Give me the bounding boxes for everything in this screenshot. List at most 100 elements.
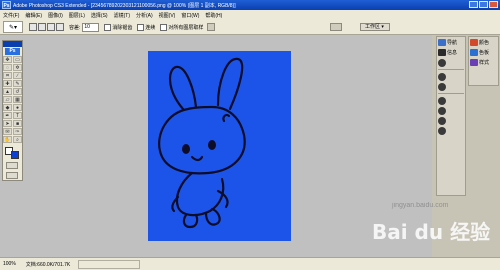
clone-stamp-icon[interactable]: ▲ [3, 88, 12, 95]
all-layers-label: 对所有图层取样 [168, 24, 204, 31]
zoom-tool-icon[interactable]: ⌕ [13, 136, 22, 143]
history-brush-icon[interactable]: ↺ [13, 88, 22, 95]
zoom-level[interactable]: 100% [3, 261, 16, 267]
path-selection-icon[interactable]: ➤ [3, 120, 12, 127]
panel-histogram[interactable] [438, 58, 464, 67]
all-layers-checkbox[interactable] [160, 23, 168, 31]
maximize-button[interactable] [479, 1, 488, 8]
watermark-url: jingyan.baidu.com [392, 202, 449, 209]
refine-edge-button[interactable] [207, 23, 216, 31]
left-eye [182, 144, 190, 154]
watermark-logo: Bai du 经验 [372, 220, 491, 244]
close-button[interactable] [489, 1, 498, 8]
rabbit-head [158, 105, 246, 175]
blur-tool-icon[interactable]: ◆ [3, 104, 12, 111]
photoshop-app-icon: Ps [2, 1, 11, 9]
eraser-tool-icon[interactable]: ▱ [3, 96, 12, 103]
tolerance-input[interactable]: 10 [82, 22, 100, 32]
panel-info[interactable]: 信息 [438, 48, 464, 57]
add-selection-icon[interactable] [38, 23, 46, 31]
panel-clone-source[interactable] [438, 126, 464, 135]
right-ear [216, 57, 244, 111]
panel-color[interactable]: 颜色 [470, 38, 497, 47]
baidu-watermark: jingyan.baidu.com Bai du 经验 [372, 202, 496, 256]
panel-swatches[interactable]: 色板 [470, 48, 497, 57]
history-icon [438, 72, 446, 81]
menu-window[interactable]: 窗口(W) [178, 12, 202, 19]
panel-styles[interactable]: 样式 [470, 58, 497, 67]
antialias-checkbox[interactable] [104, 23, 112, 31]
document-info[interactable]: 文档:660.0K/701.7K [26, 261, 70, 268]
eyedropper-tool-icon[interactable]: ✑ [13, 128, 22, 135]
hand-tool-icon[interactable]: ✋ [3, 136, 12, 143]
pen-tool-icon[interactable]: ✒ [3, 112, 12, 119]
layer-comps-icon [438, 106, 446, 115]
minimize-button[interactable] [469, 1, 478, 8]
status-scroll-area [78, 260, 140, 269]
marquee-tool-icon[interactable]: ▭ [13, 56, 22, 63]
slice-tool-icon[interactable]: ∕ [13, 72, 22, 79]
healing-brush-icon[interactable]: ✚ [3, 80, 12, 87]
panel-layer-comps[interactable] [438, 106, 464, 115]
gradient-tool-icon[interactable]: ▦ [13, 96, 22, 103]
background-color-swatch[interactable] [11, 151, 19, 159]
title-bar: Ps Adobe Photoshop CS3 Extended - [23456… [0, 0, 500, 10]
move-tool-icon[interactable]: ✥ [3, 56, 12, 63]
menu-edit[interactable]: 编辑(E) [22, 12, 45, 19]
intersect-selection-icon[interactable] [56, 23, 64, 31]
menu-layer[interactable]: 图层(L) [66, 12, 88, 19]
panel-actions[interactable] [438, 82, 464, 91]
shape-tool-icon[interactable]: ■ [13, 120, 22, 127]
subtract-selection-icon[interactable] [47, 23, 55, 31]
panel-tool-presets[interactable] [438, 96, 464, 105]
lasso-tool-icon[interactable]: ◌ [3, 64, 12, 71]
type-tool-icon[interactable]: T [13, 112, 22, 119]
rabbit-drawing [158, 57, 246, 229]
tool-grid: ✥ ▭ ◌ ✲ ⌗ ∕ ✚ ✎ ▲ ↺ ▱ ▦ ◆ ● ✒ T ➤ ■ ✉ ✑ … [3, 56, 22, 143]
panel-divider [438, 69, 464, 70]
magic-wand-tool-icon[interactable]: ✲ [13, 64, 22, 71]
panel-history[interactable] [438, 72, 464, 81]
magic-wand-icon: ✎▾ [8, 24, 18, 31]
contiguous-checkbox[interactable] [137, 23, 145, 31]
notes-tool-icon[interactable]: ✉ [3, 128, 12, 135]
brush-tool-icon[interactable]: ✎ [13, 80, 22, 87]
color-icon [470, 39, 478, 46]
panel-swatches-label: 色板 [479, 50, 490, 56]
left-ear [169, 65, 198, 111]
navigator-icon [438, 39, 446, 46]
styles-icon [470, 59, 478, 66]
menu-file[interactable]: 文件(F) [0, 12, 22, 19]
panel-styles-label: 样式 [479, 60, 490, 66]
crop-tool-icon[interactable]: ⌗ [3, 72, 12, 79]
contiguous-label: 连续 [145, 24, 156, 31]
tool-preset-picker[interactable]: ✎▾ [3, 21, 23, 33]
clone-source-icon [438, 126, 446, 135]
panel-navigator[interactable]: 导航 [438, 38, 464, 47]
dodge-tool-icon[interactable]: ● [13, 104, 22, 111]
toolbox: Ps ✥ ▭ ◌ ✲ ⌗ ∕ ✚ ✎ ▲ ↺ ▱ ▦ ◆ ● ✒ T ➤ ■ ✉… [2, 40, 23, 181]
panel-color-label: 颜色 [479, 40, 490, 46]
brushes-icon [438, 116, 446, 125]
panel-navigator-label: 导航 [447, 40, 458, 46]
window-title: Adobe Photoshop CS3 Extended - [23456789… [13, 2, 236, 9]
panel-column-2: 颜色 色板 样式 [468, 36, 499, 86]
new-selection-icon[interactable] [29, 23, 37, 31]
panel-brushes[interactable] [438, 116, 464, 125]
bridge-button[interactable] [330, 23, 342, 31]
menu-filter[interactable]: 滤镜(T) [111, 12, 133, 19]
menu-image[interactable]: 图像(I) [45, 12, 66, 19]
toolbox-header[interactable] [3, 41, 22, 47]
panel-column-1: 导航 信息 [436, 36, 466, 196]
document-canvas[interactable] [148, 51, 291, 241]
quick-mask-button[interactable] [6, 162, 18, 169]
menu-select[interactable]: 选择(S) [88, 12, 111, 19]
tolerance-label: 容差: [69, 24, 81, 31]
menu-view[interactable]: 视图(V) [156, 12, 179, 19]
menu-help[interactable]: 帮助(H) [202, 12, 225, 19]
screen-mode-button[interactable] [6, 172, 18, 179]
panel-info-label: 信息 [447, 50, 458, 56]
bow [222, 113, 231, 123]
menu-analysis[interactable]: 分析(A) [133, 12, 156, 19]
histogram-icon [438, 58, 446, 67]
